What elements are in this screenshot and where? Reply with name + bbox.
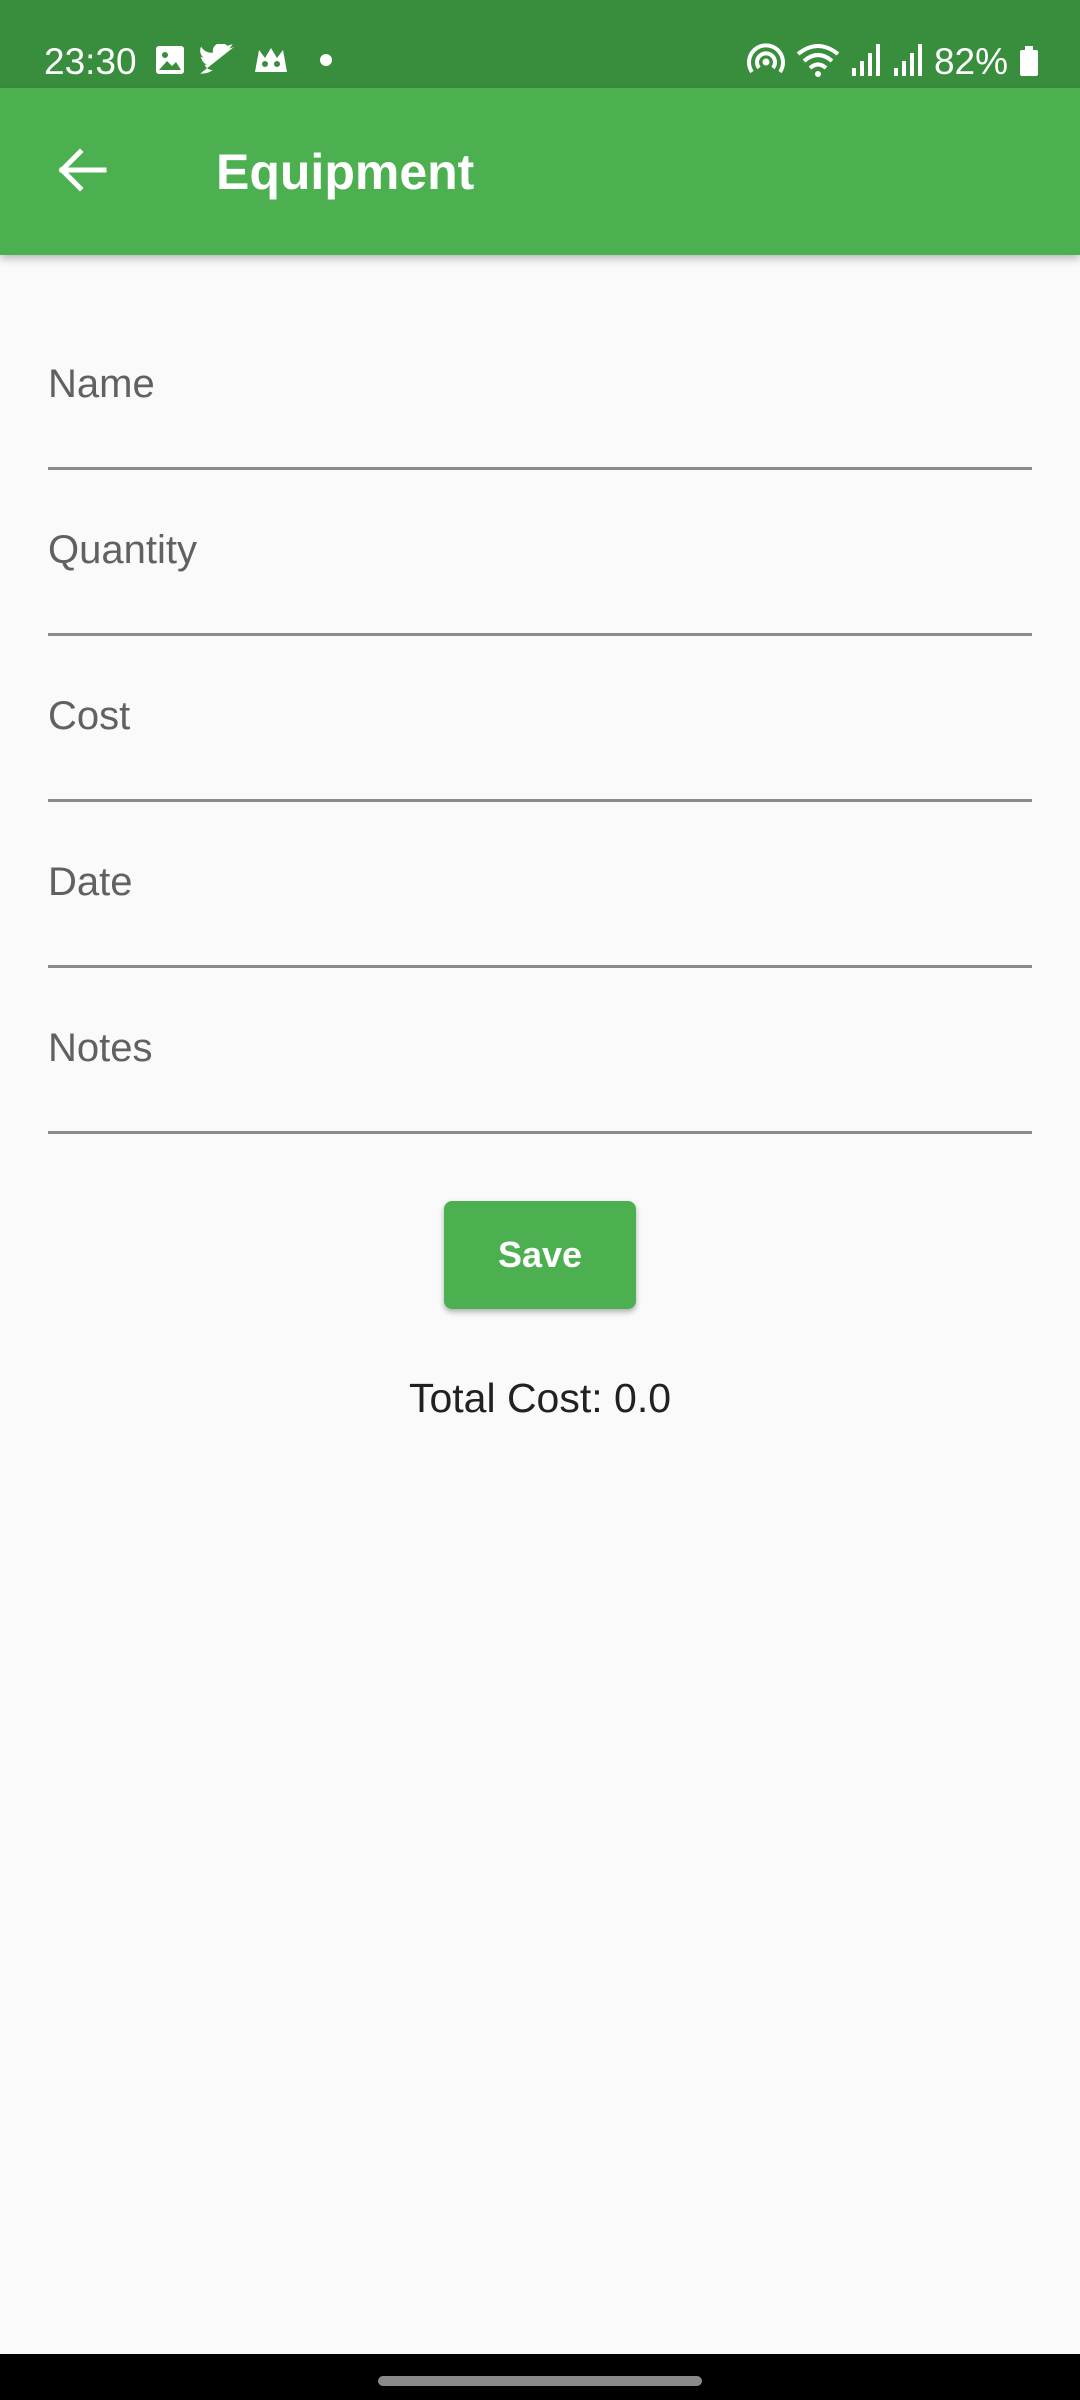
date-field[interactable]: Date (48, 802, 1032, 968)
system-status-icons: 82% (746, 38, 1040, 86)
app-bar: Equipment (0, 88, 1080, 255)
hotspot-icon (746, 42, 786, 83)
app-notification-icon (252, 44, 290, 81)
total-cost-text: Total Cost: 0.0 (408, 1375, 672, 1421)
notes-field-underline (48, 1131, 1032, 1134)
cost-input[interactable] (48, 636, 1032, 802)
battery-percentage: 82% (933, 41, 1008, 82)
navigation-bar (0, 2354, 1080, 2400)
notes-input[interactable] (48, 968, 1032, 1134)
home-gesture-handle[interactable] (378, 2376, 702, 2386)
name-input[interactable] (48, 304, 1032, 470)
wifi-icon (796, 42, 840, 83)
back-button[interactable] (40, 130, 124, 214)
gallery-icon (154, 44, 186, 81)
quantity-field[interactable]: Quantity (48, 470, 1032, 636)
signal-icon (850, 42, 882, 83)
notification-icons (154, 42, 338, 82)
notes-field[interactable]: Notes (48, 968, 1032, 1134)
battery-icon (1018, 42, 1040, 83)
arrow-back-icon (56, 144, 108, 201)
cost-field[interactable]: Cost (48, 636, 1032, 802)
name-field[interactable]: Name (48, 304, 1032, 470)
save-button[interactable]: Save (444, 1201, 636, 1309)
status-bar: 23:30 82% (0, 0, 1080, 88)
dot-icon (304, 44, 338, 81)
page-title: Equipment (216, 144, 475, 200)
status-time: 23:30 (44, 41, 137, 82)
signal-icon (892, 42, 924, 83)
quantity-input[interactable] (48, 470, 1032, 636)
twitter-icon (200, 42, 238, 81)
equipment-screen: 23:30 82% Equipment Name Quantity Cost D… (0, 0, 1080, 2400)
date-input[interactable] (48, 802, 1032, 968)
